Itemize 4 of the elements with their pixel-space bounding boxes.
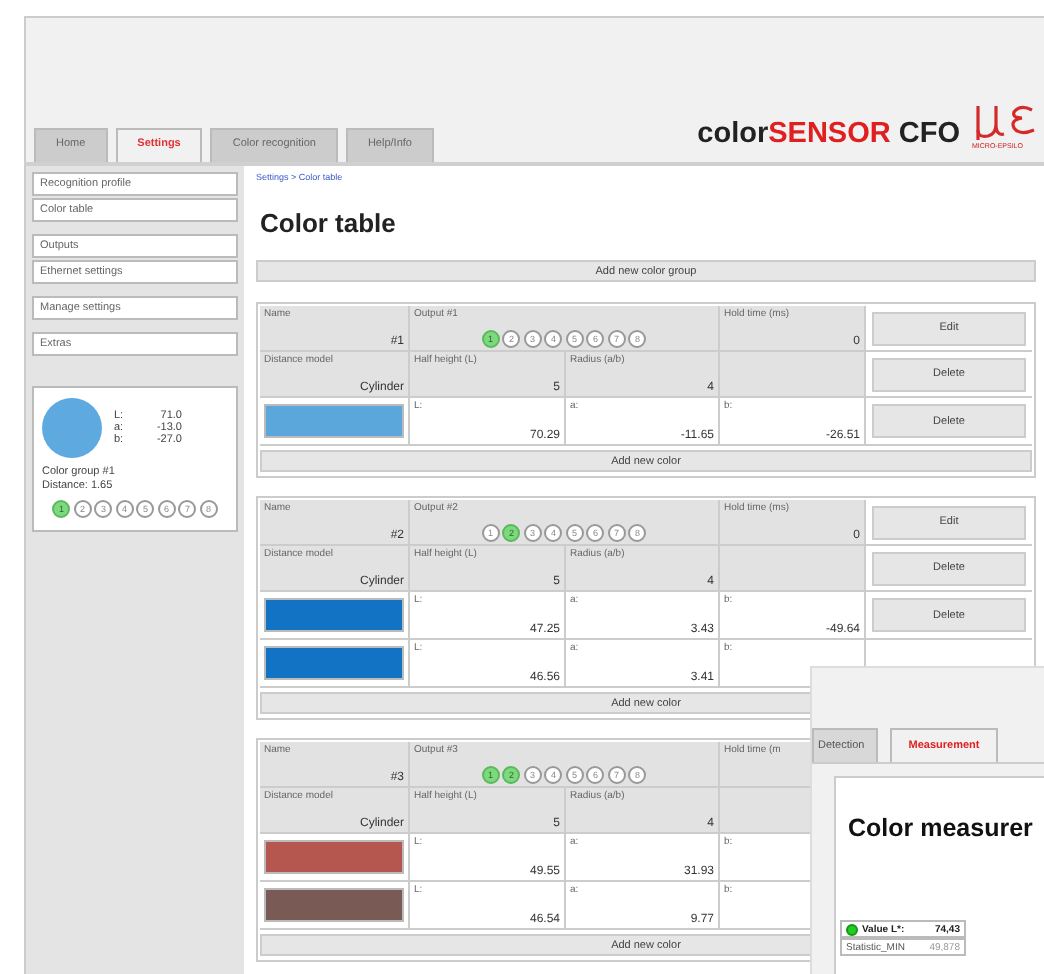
product-title: colorSENSOR CFO	[697, 118, 960, 150]
status-dot	[846, 923, 858, 935]
page-title: Color table	[260, 208, 398, 238]
window-heading: Color measurer	[848, 814, 1035, 842]
